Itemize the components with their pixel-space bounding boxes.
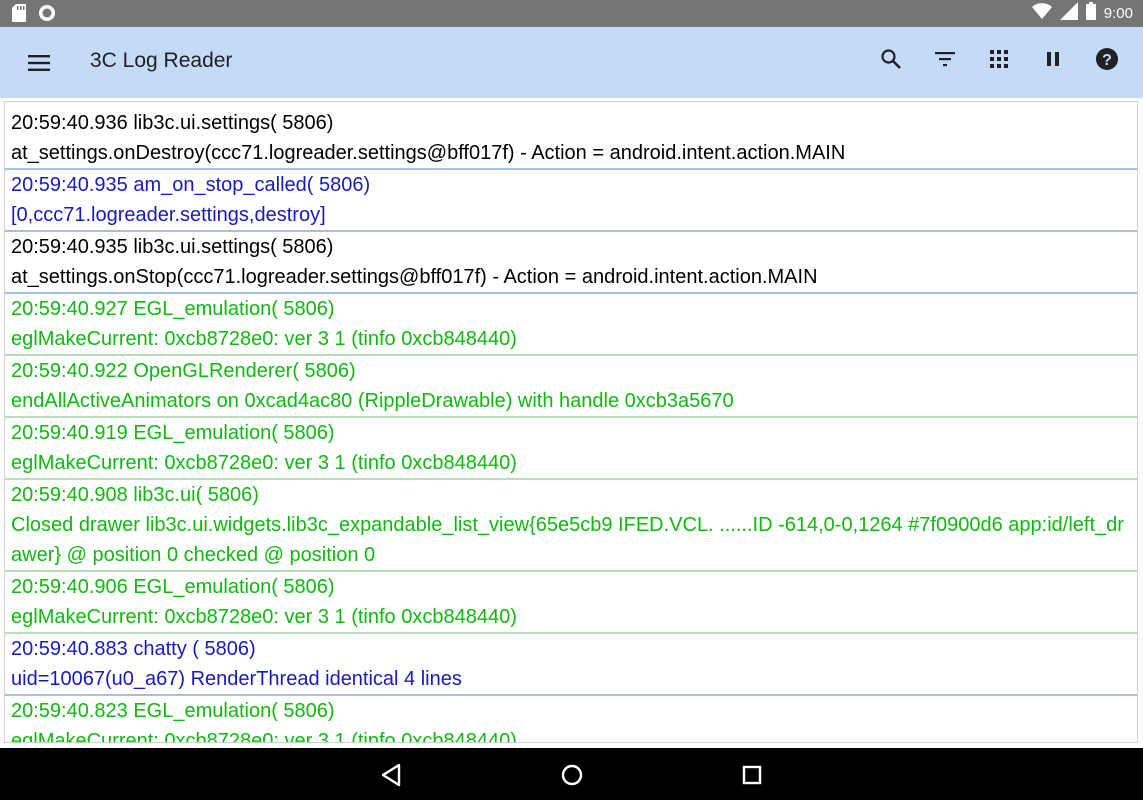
search-icon [879, 47, 903, 76]
status-time: 9:00 [1103, 5, 1133, 22]
log-entry-message: at_settings.onStop(ccc71.logreader.setti… [11, 266, 818, 288]
toolbar-actions: ? [877, 47, 1121, 75]
log-entry[interactable]: 20:59:40.919 EGL_emulation( 5806) eglMake… [5, 418, 1137, 480]
log-entry-header: 20:59:40.927 EGL_emulation( 5806) [11, 298, 335, 320]
signal-icon [1059, 2, 1078, 25]
back-icon[interactable] [379, 762, 405, 788]
log-entry-message: eglMakeCurrent: 0xcb8728e0: ver 3 1 (tin… [11, 452, 517, 474]
log-entry[interactable]: 20:59:40.935 lib3c.ui.settings( 5806) at_… [5, 232, 1137, 294]
sd-card-icon [12, 4, 26, 27]
battery-icon [1085, 2, 1096, 25]
wifi-icon [1031, 3, 1052, 24]
log-entry-message: eglMakeCurrent: 0xcb8728e0: ver 3 1 (tin… [11, 606, 517, 628]
search-button[interactable] [877, 47, 905, 75]
navigation-bar [0, 748, 1143, 800]
app-bar: 3C Log Reader ? [0, 27, 1143, 98]
pause-icon [1041, 47, 1065, 76]
log-entry[interactable]: 20:59:40.883 chatty ( 5806) uid=10067(u0_… [5, 634, 1137, 696]
log-entry-header: 20:59:40.922 OpenGLRenderer( 5806) [11, 360, 356, 382]
help-icon: ? [1094, 46, 1120, 77]
log-entry-header: 20:59:40.936 lib3c.ui.settings( 5806) [11, 112, 334, 134]
filter-icon [933, 47, 957, 76]
log-entry-message: endAllActiveAnimators on 0xcad4ac80 (Rip… [11, 390, 734, 412]
grid-icon [987, 47, 1011, 76]
log-entry[interactable]: 20:59:40.823 EGL_emulation( 5806) eglMake… [5, 696, 1137, 743]
log-entry[interactable]: 20:59:40.906 EGL_emulation( 5806) eglMake… [5, 572, 1137, 634]
log-entry-header: 20:59:40.883 chatty ( 5806) [11, 638, 256, 660]
log-entry[interactable]: 20:59:40.908 lib3c.ui( 5806) Closed drawe… [5, 480, 1137, 572]
circle-notification-icon [38, 4, 56, 27]
log-entry[interactable]: 20:59:40.927 EGL_emulation( 5806) eglMake… [5, 294, 1137, 356]
pause-button[interactable] [1039, 47, 1067, 75]
log-entry-message: at_settings.onDestroy(ccc71.logreader.se… [11, 142, 846, 164]
log-entry-header: 20:59:40.906 EGL_emulation( 5806) [11, 576, 335, 598]
log-list-container[interactable]: 20:59:40.936 lib3c.ui.settings( 5806) at_… [4, 101, 1138, 743]
recents-icon[interactable] [739, 762, 765, 788]
log-entry[interactable]: 20:59:40.936 lib3c.ui.settings( 5806) at_… [5, 102, 1137, 170]
log-entry-header: 20:59:40.919 EGL_emulation( 5806) [11, 422, 335, 444]
log-entry-message: [0,ccc71.logreader.settings,destroy] [11, 204, 326, 226]
log-entry-message: eglMakeCurrent: 0xcb8728e0: ver 3 1 (tin… [11, 328, 517, 350]
log-entry-message: eglMakeCurrent: 0xcb8728e0: ver 3 1 (tin… [11, 730, 517, 743]
log-entry-message: Closed drawer lib3c.ui.widgets.lib3c_exp… [11, 514, 1124, 566]
log-list: 20:59:40.936 lib3c.ui.settings( 5806) at_… [5, 102, 1137, 743]
grid-button[interactable] [985, 47, 1013, 75]
log-entry[interactable]: 20:59:40.935 am_on_stop_called( 5806) [0,… [5, 170, 1137, 232]
log-entry-header: 20:59:40.908 lib3c.ui( 5806) [11, 484, 259, 506]
log-entry-message: uid=10067(u0_a67) RenderThread identical… [11, 668, 462, 690]
log-entry-header: 20:59:40.935 lib3c.ui.settings( 5806) [11, 236, 334, 258]
status-bar: 9:00 [0, 0, 1143, 27]
home-icon[interactable] [559, 762, 585, 788]
log-entry[interactable]: 20:59:40.922 OpenGLRenderer( 5806) endAll… [5, 356, 1137, 418]
log-entry-header: 20:59:40.935 am_on_stop_called( 5806) [11, 174, 371, 196]
filter-button[interactable] [931, 47, 959, 75]
hamburger-menu-icon[interactable] [26, 49, 54, 77]
app-title: 3C Log Reader [90, 49, 233, 72]
help-button[interactable]: ? [1093, 47, 1121, 75]
log-entry-header: 20:59:40.823 EGL_emulation( 5806) [11, 700, 335, 722]
svg-text:?: ? [1102, 52, 1112, 69]
